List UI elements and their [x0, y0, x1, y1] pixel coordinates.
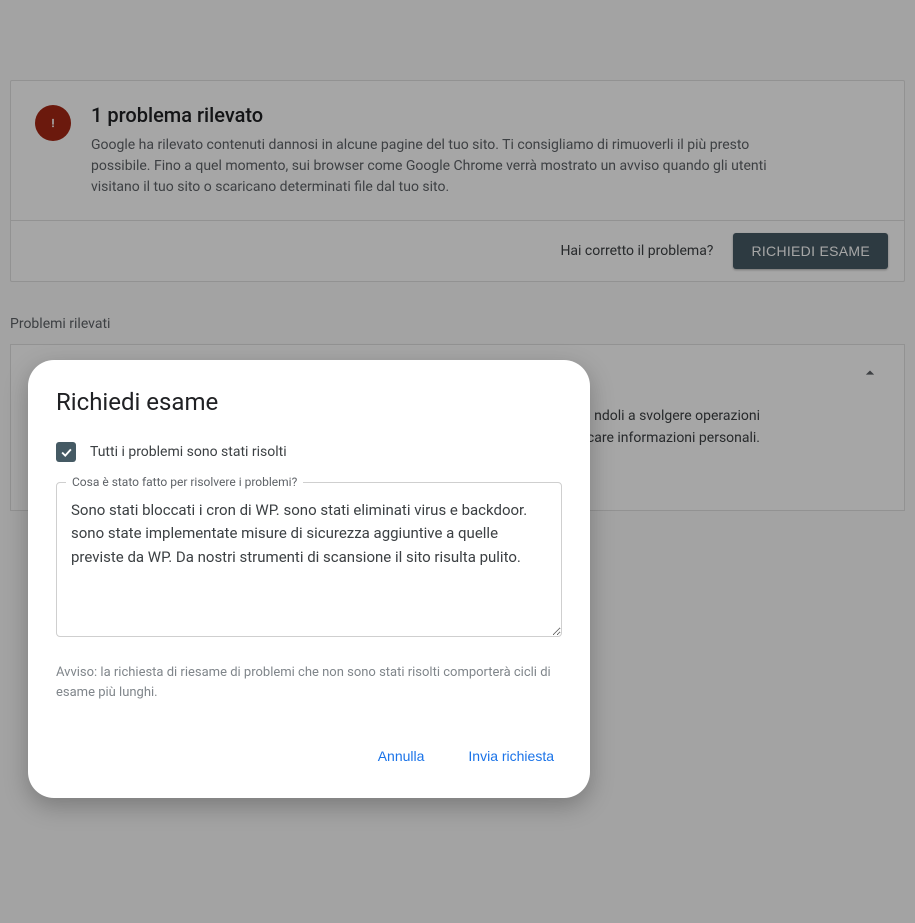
submit-button[interactable]: Invia richiesta	[460, 742, 562, 770]
checkbox-row: Tutti i problemi sono stati risolti	[56, 442, 562, 462]
textarea-wrapper: Cosa è stato fatto per risolvere i probl…	[56, 482, 562, 641]
modal-title: Richiedi esame	[56, 388, 562, 416]
checkbox-label: Tutti i problemi sono stati risolti	[90, 444, 287, 460]
request-review-modal: Richiedi esame Tutti i problemi sono sta…	[28, 360, 590, 798]
textarea-label: Cosa è stato fatto per risolvere i probl…	[66, 475, 303, 489]
modal-actions: Annulla Invia richiesta	[56, 742, 562, 770]
resolution-textarea[interactable]	[56, 482, 562, 637]
cancel-button[interactable]: Annulla	[370, 742, 433, 770]
modal-notice: Avviso: la richiesta di riesame di probl…	[56, 663, 562, 702]
problems-resolved-checkbox[interactable]	[56, 442, 76, 462]
